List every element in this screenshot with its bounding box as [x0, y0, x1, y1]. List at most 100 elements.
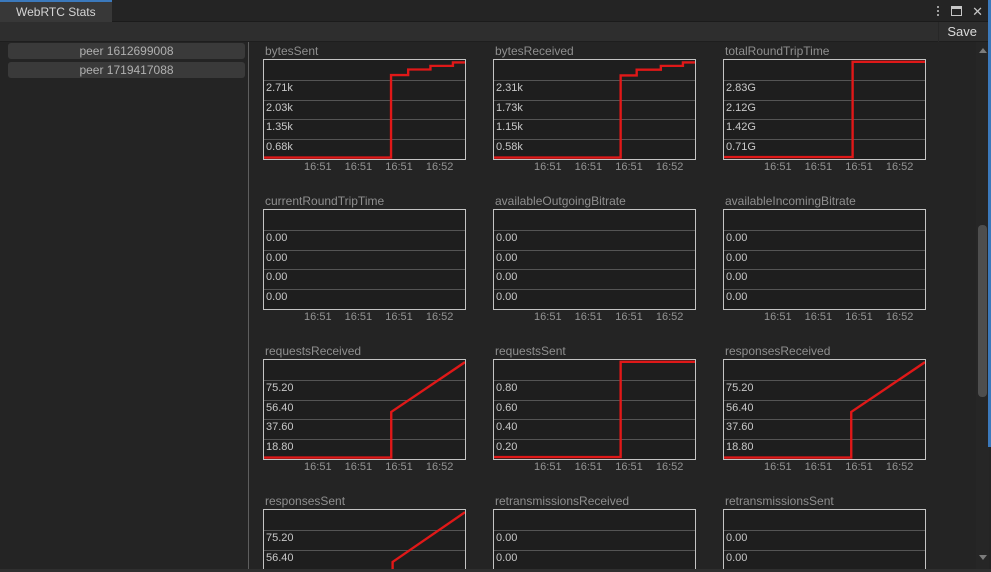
chart-plot-area: 2.71k 2.03k 1.35k 0.68k: [263, 59, 466, 160]
chart-x-axis-labels: 16:51 16:51 16:51 16:52: [493, 311, 696, 324]
chart-x-label: 16:52: [425, 461, 454, 473]
chart-x-label: 16:51: [385, 461, 413, 473]
window-menu-icon[interactable]: [935, 4, 941, 18]
chart-title: bytesSent: [265, 44, 319, 58]
chart-requestsReceived: requestsReceived 75.20 56.40 37.60 18.80 16…: [263, 344, 493, 494]
chart-bytesSent: bytesSent 2.71k 2.03k 1.35k 0.68k 16:51 16:5…: [263, 44, 493, 194]
toolbar: Save: [0, 22, 991, 42]
chart-title: totalRoundTripTime: [725, 44, 830, 58]
chart-x-axis-labels: 16:51 16:51 16:51 16:52: [263, 461, 466, 474]
chart-x-label: 16:52: [885, 461, 914, 473]
chart-x-label: 16:51: [764, 461, 792, 473]
chart-x-axis-labels: 16:51 16:51 16:51 16:52: [723, 161, 926, 174]
scroll-up-icon[interactable]: [979, 48, 987, 53]
chart-line: [494, 510, 695, 572]
chart-x-label: 16:51: [574, 311, 603, 323]
chart-x-axis-labels: 16:51 16:51 16:51 16:52: [263, 161, 466, 174]
chart-line: [724, 510, 925, 572]
chart-line: [724, 60, 925, 159]
chart-x-label: 16:51: [574, 461, 603, 473]
chart-line: [391, 511, 465, 572]
charts-scroll-area[interactable]: 16:51 16:51 16:51 16:52 16:51 16:51 16:51 16:52…: [250, 42, 975, 572]
chart-x-label: 16:52: [885, 311, 914, 323]
chart-x-label: 16:52: [425, 311, 454, 323]
chart-plot-area: 0.000.000.000.00: [263, 209, 466, 310]
chart-x-axis-labels: 16:51 16:51 16:51 16:52: [263, 311, 466, 324]
chart-bytesReceived: bytesReceived 2.31k 1.73k 1.15k 0.58k 16:51…: [493, 44, 723, 194]
peer-button-2[interactable]: peer 1719417088: [8, 62, 245, 78]
window-controls: ✕: [935, 0, 983, 22]
chart-line: [494, 210, 695, 309]
chart-plot-area: 0.000.000.000.00: [493, 209, 696, 310]
chart-currentRoundTripTime: currentRoundTripTime 0.00 0.00 0.00 0.00 16…: [263, 194, 493, 344]
chart-plot-area: 0.000.000.000.00: [493, 509, 696, 572]
chart-x-axis-labels: 16:51 16:51 16:51 16:52: [723, 311, 926, 324]
chart-title: requestsReceived: [265, 344, 362, 358]
chart-title: availableOutgoingBitrate: [495, 194, 626, 208]
save-button[interactable]: Save: [938, 22, 985, 42]
chart-x-label: 16:52: [425, 161, 454, 173]
chart-x-axis-labels: 16:51 16:51 16:51 16:52: [493, 461, 696, 474]
chart-totalRoundTripTime: totalRoundTripTime 2.83G 2.12G 1.42G 0.71G …: [723, 44, 953, 194]
chart-line: [494, 360, 695, 459]
chart-plot-area: 2.83G 2.12G 1.42G 0.71G: [723, 59, 926, 160]
chart-x-label: 16:52: [885, 161, 914, 173]
chart-line: [264, 210, 465, 309]
chart-title: requestsSent: [495, 344, 566, 358]
chart-availableOutgoingBitrate: availableOutgoingBitrate 0.00 0.00 0.00 0.0…: [493, 194, 723, 344]
chart-line: [494, 61, 695, 159]
peer-list-panel: peer 1612699008 peer 1719417088: [0, 42, 249, 572]
tab-webrtc-stats[interactable]: WebRTC Stats: [0, 0, 112, 22]
chart-plot-area: 0.000.000.000.00: [723, 209, 926, 310]
chart-x-label: 16:51: [385, 311, 413, 323]
chart-title: retransmissionsSent: [725, 494, 834, 508]
chart-requestsSent: requestsSent 0.80 0.60 0.40 0.20 16:51 16:51…: [493, 344, 723, 494]
chart-title: availableIncomingBitrate: [725, 194, 856, 208]
chart-plot-area: 75.2056.4037.6018.80: [263, 359, 466, 460]
chart-x-label: 16:51: [304, 161, 332, 173]
chart-x-label: 16:51: [344, 311, 373, 323]
chart-plot-area: 75.2056.4037.6018.80: [723, 359, 926, 460]
maximize-icon[interactable]: [951, 6, 963, 16]
chart-x-label: 16:51: [615, 161, 643, 173]
chart-x-label: 16:51: [534, 161, 562, 173]
chart-x-label: 16:51: [385, 161, 413, 173]
chart-x-label: 16:51: [845, 161, 873, 173]
close-icon[interactable]: ✕: [972, 5, 983, 18]
chart-x-label: 16:51: [845, 311, 873, 323]
chart-x-label: 16:51: [615, 461, 643, 473]
chart-responsesSent: responsesSent 75.2056.4037.6018.80 16:51…: [263, 494, 493, 572]
chart-x-axis-labels: 16:51 16:51 16:51 16:52: [493, 161, 696, 174]
chart-title: responsesSent: [265, 494, 346, 508]
chart-plot-area: 0.80 0.60 0.40 0.20: [493, 359, 696, 460]
chart-x-label: 16:52: [655, 311, 684, 323]
chart-title: currentRoundTripTime: [265, 194, 385, 208]
scroll-down-icon[interactable]: [979, 555, 987, 560]
chart-x-label: 16:51: [304, 311, 332, 323]
chart-availableIncomingBitrate: availableIncomingBitrate 0.00 0.00 0.00 0.0…: [723, 194, 953, 344]
chart-line: [264, 61, 465, 159]
chart-x-label: 16:51: [845, 461, 873, 473]
chart-line: [264, 361, 465, 459]
chart-x-label: 16:51: [804, 161, 833, 173]
chart-x-label: 16:51: [534, 461, 562, 473]
peer-button-1[interactable]: peer 1612699008: [8, 43, 245, 59]
chart-x-label: 16:51: [534, 311, 562, 323]
chart-line: [724, 361, 925, 459]
chart-x-label: 16:52: [655, 161, 684, 173]
chart-line: [724, 210, 925, 309]
chart-plot-area: 75.2056.4037.6018.80: [263, 509, 466, 572]
scrollbar-thumb[interactable]: [978, 225, 987, 397]
chart-responsesReceived: responsesReceived 75.20 56.40 37.60 18.80 1…: [723, 344, 953, 494]
chart-x-label: 16:52: [655, 461, 684, 473]
chart-x-label: 16:51: [574, 161, 603, 173]
chart-title: bytesReceived: [495, 44, 574, 58]
chart-plot-area: 2.31k 1.73k 1.15k 0.58k: [493, 59, 696, 160]
chart-x-label: 16:51: [804, 461, 833, 473]
chart-retransmissionsSent: retransmissionsSent 0.000.000.000.00 16:…: [723, 494, 953, 572]
chart-x-label: 16:51: [344, 161, 373, 173]
chart-x-label: 16:51: [615, 311, 643, 323]
chart-retransmissionsReceived: retransmissionsReceived 0.000.000.000.00…: [493, 494, 723, 572]
chart-x-label: 16:51: [304, 461, 332, 473]
chart-title: retransmissionsReceived: [495, 494, 630, 508]
